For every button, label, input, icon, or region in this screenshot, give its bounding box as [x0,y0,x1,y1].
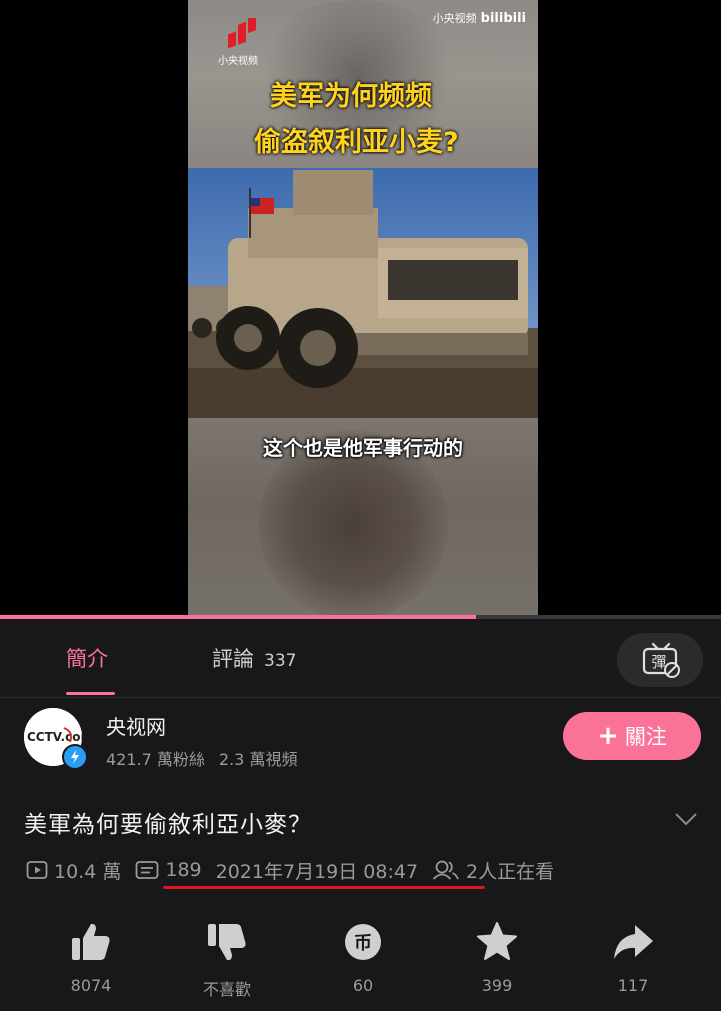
star-icon [477,922,517,960]
comments-count: 337 [264,651,297,671]
tab-comments[interactable]: 評論 337 [212,643,296,673]
tab-intro[interactable]: 簡介 [66,643,108,673]
uploader-video-count: 2.3 萬視頻 [218,750,298,769]
publish-time: 2021年7月19日 08:47 [215,860,419,883]
favorite-button[interactable]: 399 [447,920,547,995]
video-watermark: 小央视频 bilibili [433,10,526,26]
coin-char: 币 [354,933,372,954]
uploader-stats: 421.7 萬粉絲 2.3 萬視頻 [106,746,297,770]
dislike-label: 不喜歡 [202,980,251,999]
coin-button[interactable]: 币 60 [313,920,413,995]
video-subtitle: 这个也是他军事行动的 [263,436,463,460]
share-button[interactable]: 117 [583,920,683,995]
share-arrow-icon [614,925,653,959]
view-count: 10.4 萬 [54,860,122,883]
avatar-text: CCTV.com [27,730,82,744]
dislike-button[interactable]: 不喜歡 [177,920,277,1000]
danmaku-count: 189 [165,859,202,881]
video-overlay-title-line1: 美军为何频频 [270,81,432,112]
annotation-underline [163,886,485,889]
share-count: 117 [617,976,649,995]
coin-count: 60 [352,976,374,995]
uploader-followers: 421.7 萬粉絲 [106,750,205,769]
verified-badge-icon [62,744,88,770]
watermark-brand: bilibili [480,11,526,26]
chevron-down-icon[interactable] [674,812,698,826]
video-player[interactable]: 小央视频 小央视频 bilibili 美军为何频频 偷盗叙利亚小麦? 这个也是他… [0,0,721,619]
danmaku-toggle-button[interactable]: 彈 [617,633,703,687]
tab-bar: 簡介 評論 337 彈 [0,619,721,698]
video-frame[interactable]: 小央视频 小央视频 bilibili 美军为何频频 偷盗叙利亚小麦? 这个也是他… [188,0,538,617]
channel-logo-text: 小央视频 [218,56,258,67]
favorite-count: 399 [481,976,513,995]
follow-label: 關注 [624,725,667,749]
watermark-source: 小央视频 [432,12,477,25]
active-tab-indicator [66,692,115,695]
danmaku-count-icon [135,861,159,879]
uploader-name[interactable]: 央视网 [106,711,166,740]
danmaku-off-icon: 彈 [642,642,680,678]
video-overlay-title-line2: 偷盗叙利亚小麦? [254,127,459,158]
follow-button[interactable]: + 關注 [563,712,701,760]
video-meta-row: 10.4 萬 189 2021年7月19日 08:47 2人正在看 [26,856,554,884]
thumbs-up-icon [72,923,110,960]
video-title: 美軍為何要偷敘利亞小麥？ [24,812,312,838]
coin-icon: 币 [345,924,381,960]
plus-icon: + [597,721,619,751]
play-count-icon [26,861,48,879]
like-button[interactable]: 8074 [41,920,141,995]
watching-count: 2人正在看 [466,860,555,883]
thumbs-down-icon [208,924,246,961]
like-count: 8074 [70,976,112,995]
watching-users-icon [432,860,459,880]
tab-comments-label: 評論 [212,647,254,671]
video-scene-image [188,168,538,418]
action-bar: 8074 不喜歡 币 60 399 117 [0,920,721,1005]
